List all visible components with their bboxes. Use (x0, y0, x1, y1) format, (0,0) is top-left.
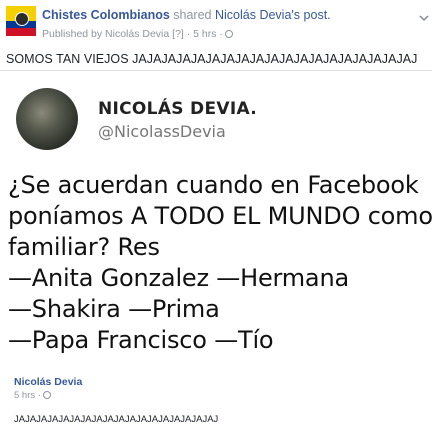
original-author-name[interactable]: Nicolás Devia (14, 376, 82, 388)
page-name-link[interactable]: Chistes Colombianos (42, 8, 170, 22)
meme-line: familiar? Res (8, 233, 160, 261)
meme-author-name: NICOLÁS DEVIA. (98, 99, 257, 119)
meme-line: poníamos A TODO EL MUNDO como (8, 202, 433, 230)
post-header: Chistes Colombianos shared Nicolás Devia… (0, 0, 444, 50)
meme-line: —Shakira —Prima (8, 295, 220, 323)
published-by: Published by Nicolás Devia [?] · 5 hrs · (42, 28, 233, 40)
globe-icon (224, 30, 233, 38)
original-post-text: JAJAJAJAJAJAJAJAJAJAJAJAJAJAJAJAJAJAJ (14, 414, 219, 425)
original-post-time[interactable]: 5 hrs · (14, 390, 41, 401)
meme-avatar (16, 88, 78, 150)
original-post-meta: 5 hrs · (14, 390, 82, 401)
meme-text: ¿Se acuerdan cuando en Facebook poníamos… (8, 170, 438, 356)
post-header-title: Chistes Colombianos shared Nicolás Devia… (42, 8, 331, 22)
globe-icon (42, 391, 51, 399)
meme-line: ¿Se acuerdan cuando en Facebook (8, 171, 419, 199)
published-by-text: Published by Nicolás Devia [?] · 5 hrs · (42, 28, 223, 40)
action-text: shared (173, 8, 212, 22)
page-avatar[interactable] (6, 6, 36, 36)
original-author-link[interactable]: Nicolás Devia's (215, 8, 300, 22)
post-link[interactable]: post. (304, 8, 331, 22)
meme-line: —Papa Francisco —Tío (8, 326, 274, 354)
original-post-header: Nicolás Devia 5 hrs · (14, 376, 82, 401)
post-text: SOMOS TAN VIEJOS JAJAJAJAJAJAJAJAJAJAJAJ… (6, 52, 418, 66)
meme-line: —Anita Gonzalez —Hermana (8, 264, 349, 292)
meme-author-handle: @NicolassDevia (98, 122, 226, 141)
chevron-down-icon[interactable] (418, 12, 430, 24)
